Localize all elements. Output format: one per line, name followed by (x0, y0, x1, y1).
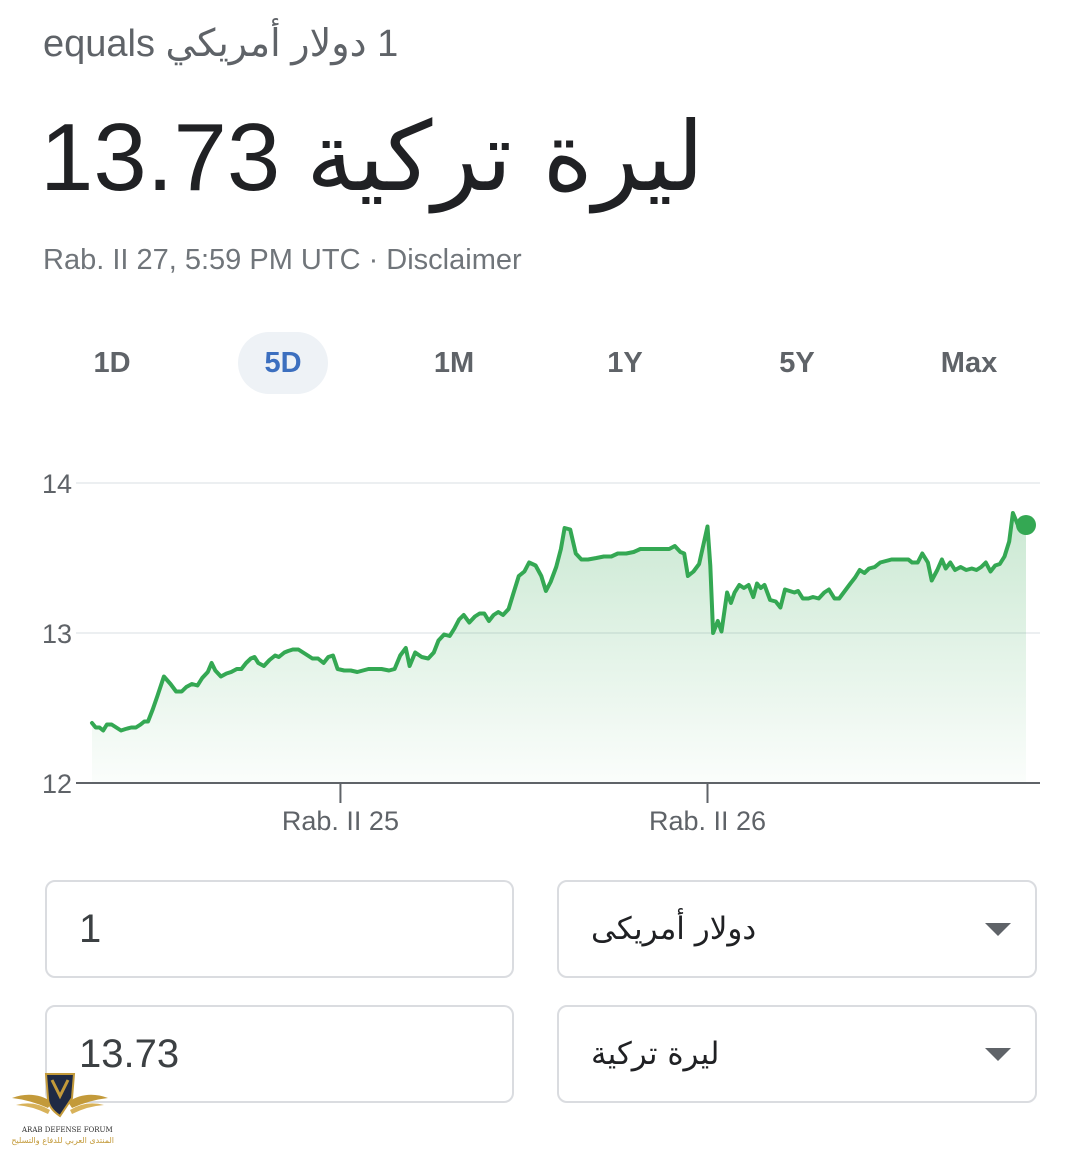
forum-watermark: ARAB DEFENSE FORUM المنتدى العربي للدفاع… (8, 1068, 114, 1148)
exchange-rate-headline: 13.73 ليرة تركية (40, 102, 704, 212)
shield-wings-logo-icon (12, 1073, 108, 1118)
currency-to-value: ليرة تركية (591, 1036, 720, 1072)
x-axis-ticks: Rab. II 25 Rab. II 26 (282, 783, 766, 836)
x-tick-label: Rab. II 26 (649, 806, 766, 836)
currency-from-select[interactable]: دولار أمريكى (557, 880, 1037, 978)
equals-text: 1 دولار أمريكي equals (43, 23, 399, 65)
conversion-equals-label: 1 دولار أمريكي equals (43, 22, 398, 66)
tab-5d[interactable]: 5D (238, 332, 328, 394)
amount-from-value: 1 (79, 906, 102, 951)
watermark-subtitle: المنتدى العربي للدفاع والتسليح (11, 1136, 114, 1145)
tab-1m[interactable]: 1M (409, 332, 499, 394)
rate-chart: Rab. II 25 Rab. II 26 14 13 12 (42, 469, 1040, 836)
tab-5y[interactable]: 5Y (752, 332, 842, 394)
y-tick-label: 14 (42, 469, 72, 499)
tab-1d[interactable]: 1D (67, 332, 157, 394)
tab-max[interactable]: Max (924, 332, 1014, 394)
tab-1y[interactable]: 1Y (580, 332, 670, 394)
currency-to-select[interactable]: ليرة تركية (557, 1005, 1037, 1103)
x-tick-label: Rab. II 25 (282, 806, 399, 836)
y-tick-label: 13 (42, 619, 72, 649)
watermark-title: ARAB DEFENSE FORUM (22, 1126, 113, 1134)
chevron-down-icon (985, 1048, 1011, 1061)
rate-value: 13.73 (40, 104, 281, 211)
chevron-down-icon (985, 923, 1011, 936)
timestamp-separator: · (360, 244, 387, 276)
amount-to-input[interactable]: 13.73 (45, 1005, 514, 1103)
disclaimer-link[interactable]: Disclaimer (386, 244, 521, 276)
y-axis-labels: 14 13 12 (42, 469, 72, 799)
amount-from-input[interactable]: 1 (45, 880, 514, 978)
rate-currency: ليرة تركية (306, 101, 705, 213)
chart-range-tabs: 1D 5D 1M 1Y 5Y Max (0, 332, 1080, 394)
timestamp-text: Rab. II 27, 5:59 PM UTC (43, 244, 361, 276)
current-rate-marker[interactable] (1016, 515, 1036, 535)
rate-timestamp: Rab. II 27, 5:59 PM UTC · Disclaimer (43, 240, 522, 280)
currency-from-value: دولار أمريكى (591, 911, 757, 947)
y-tick-label: 12 (42, 769, 72, 799)
